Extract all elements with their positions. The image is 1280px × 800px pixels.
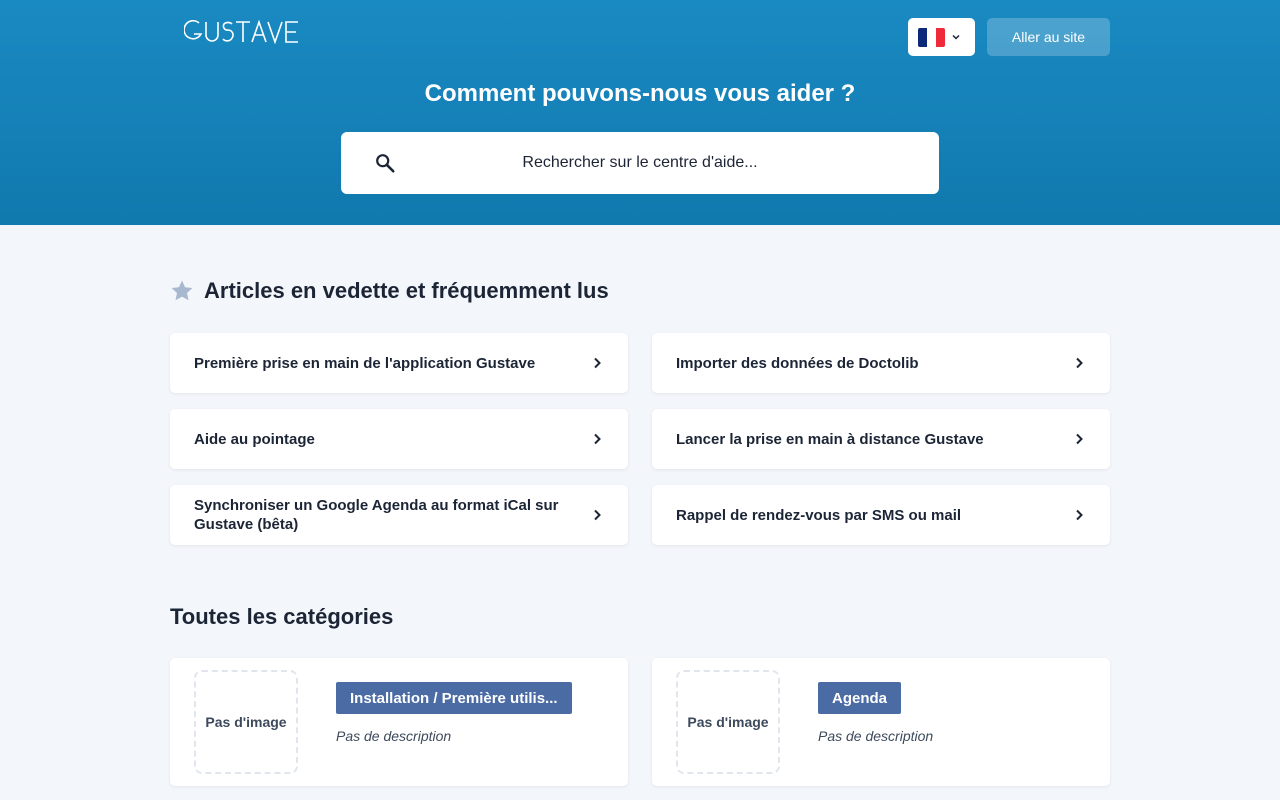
chevron-right-icon [1076,357,1083,369]
chevron-down-icon [952,34,960,40]
category-card-1[interactable]: Pas d'image Installation / Première util… [170,658,628,786]
chevron-right-icon [594,357,601,369]
category-card-2[interactable]: Pas d'image Agenda Pas de description [652,658,1110,786]
goto-site-button[interactable]: Aller au site [987,18,1110,56]
category-description: Pas de description [818,728,934,744]
fr-flag-icon [918,27,945,47]
category-name[interactable]: Agenda [818,682,902,714]
gustave-logo-mark [184,19,298,45]
featured-article-5[interactable]: Synchroniser un Google Agenda au format … [170,485,628,545]
search-box [341,132,939,194]
article-title: Rappel de rendez-vous par SMS ou mail [676,506,962,524]
no-image-placeholder: Pas d'image [676,670,780,774]
chevron-right-icon [1076,433,1083,445]
article-title: Aide au pointage [194,430,315,448]
hero-header: Aller au site Comment pouvons-nous vous … [0,0,1280,225]
article-title: Synchroniser un Google Agenda au format … [194,497,559,533]
no-image-placeholder: Pas d'image [194,670,298,774]
featured-article-3[interactable]: Aide au pointage [170,409,628,469]
article-title: Importer des données de Doctolib [676,354,919,372]
search-icon [376,154,395,173]
featured-article-2[interactable]: Importer des données de Doctolib [652,333,1110,393]
featured-article-4[interactable]: Lancer la prise en main à distance Gusta… [652,409,1110,469]
chevron-right-icon [594,433,601,445]
star-icon [171,280,193,301]
gustave-logo[interactable] [184,18,314,46]
search-input[interactable] [341,132,939,194]
article-title: Première prise en main de l'application … [194,354,536,372]
chevron-right-icon [594,509,601,521]
category-name[interactable]: Installation / Première utilis... [336,682,572,714]
featured-section-title: Articles en vedette et fréquemment lus [170,278,609,304]
featured-article-6[interactable]: Rappel de rendez-vous par SMS ou mail [652,485,1110,545]
category-description: Pas de description [336,728,452,744]
language-selector[interactable] [908,18,975,56]
page-title: Comment pouvons-nous vous aider ? [424,80,856,107]
article-title: Lancer la prise en main à distance Gusta… [676,430,984,448]
featured-title-text: Articles en vedette et fréquemment lus [204,278,609,303]
featured-article-1[interactable]: Première prise en main de l'application … [170,333,628,393]
chevron-right-icon [1076,509,1083,521]
categories-section-title: Toutes les catégories [170,604,394,629]
